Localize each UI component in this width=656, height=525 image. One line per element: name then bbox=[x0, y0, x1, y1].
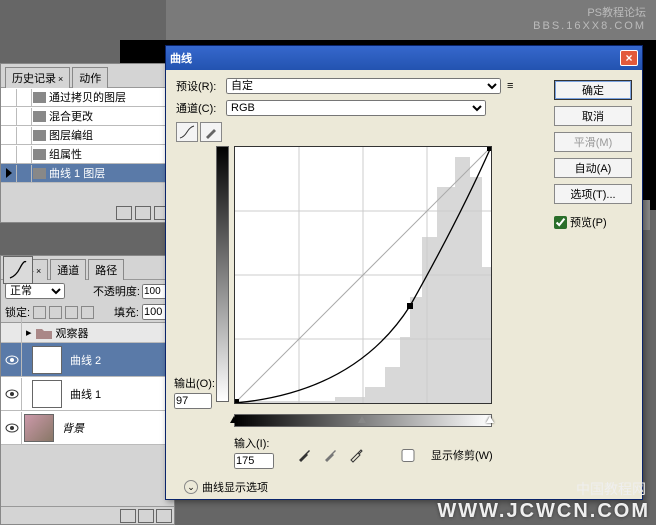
history-item-selected[interactable]: 曲线 1 图层 bbox=[1, 164, 174, 183]
lock-all-icon[interactable] bbox=[81, 306, 94, 319]
preset-select[interactable]: 自定 bbox=[226, 78, 501, 94]
output-label: 输出(O): bbox=[174, 375, 215, 391]
dialog-title: 曲线 bbox=[170, 50, 620, 66]
input-label: 输入(I): bbox=[234, 435, 274, 451]
folder-icon bbox=[36, 327, 52, 339]
watermark-line1: PS教程论坛 bbox=[176, 4, 646, 20]
close-button[interactable]: × bbox=[620, 50, 638, 66]
fx-icon[interactable] bbox=[138, 509, 154, 523]
channel-label: 通道(C): bbox=[176, 100, 226, 116]
show-clipping-checkbox[interactable]: 显示修剪(W) bbox=[388, 447, 493, 463]
layer-name: 曲线 1 bbox=[70, 386, 101, 402]
visibility-toggle[interactable] bbox=[2, 412, 22, 444]
history-tabs: 历史记录× 动作 bbox=[1, 64, 174, 88]
lock-position-icon[interactable] bbox=[65, 306, 78, 319]
white-eyedropper-icon[interactable] bbox=[346, 446, 366, 464]
new-doc-icon[interactable] bbox=[135, 206, 151, 220]
layer-group-row[interactable]: ▸ 观察器 bbox=[1, 323, 174, 343]
folder-icon bbox=[33, 130, 46, 141]
page-watermark-top: PS教程论坛 BBS.16XX8.COM bbox=[166, 0, 656, 45]
folder-icon bbox=[33, 149, 46, 160]
pencil-tool-icon[interactable] bbox=[200, 122, 222, 142]
expand-icon[interactable]: ⌄ bbox=[184, 480, 198, 494]
ok-button[interactable]: 确定 bbox=[554, 80, 632, 100]
layer-icon bbox=[33, 111, 46, 122]
eye-icon bbox=[5, 355, 19, 365]
layer-name: 曲线 2 bbox=[70, 352, 101, 368]
tab-actions[interactable]: 动作 bbox=[72, 67, 108, 88]
smooth-button: 平滑(M) bbox=[554, 132, 632, 152]
watermark-line2: BBS.16XX8.COM bbox=[176, 20, 646, 32]
visibility-toggle[interactable] bbox=[2, 344, 22, 376]
layer-lock-row: 锁定: 填充: bbox=[1, 302, 174, 323]
new-snapshot-icon[interactable] bbox=[116, 206, 132, 220]
mask-icon[interactable] bbox=[156, 509, 172, 523]
layer-icon bbox=[33, 92, 46, 103]
curve-tool-icon[interactable] bbox=[176, 122, 198, 142]
curve-line[interactable] bbox=[235, 147, 491, 403]
input-section: 输入(I): 显示修剪(W) bbox=[234, 441, 554, 469]
layer-row[interactable]: 曲线 1 bbox=[1, 377, 174, 411]
eye-icon bbox=[5, 389, 19, 399]
tab-paths[interactable]: 路径 bbox=[88, 259, 124, 280]
visibility-toggle[interactable] bbox=[2, 378, 22, 410]
layers-footer bbox=[1, 506, 174, 524]
lock-transparent-icon[interactable] bbox=[33, 306, 46, 319]
mask-thumb bbox=[32, 380, 62, 408]
history-item[interactable]: 混合更改 bbox=[1, 107, 174, 126]
opacity-label: 不透明度: bbox=[93, 283, 140, 299]
blend-mode-select[interactable]: 正常 bbox=[5, 283, 65, 299]
layer-name: 背景 bbox=[62, 420, 84, 436]
black-point-slider[interactable] bbox=[230, 416, 238, 423]
layer-row[interactable]: 背景 bbox=[1, 411, 174, 445]
preview-checkbox[interactable]: 预览(P) bbox=[554, 214, 632, 230]
gray-point-slider[interactable] bbox=[358, 416, 366, 423]
gray-eyedropper-icon[interactable] bbox=[320, 446, 340, 464]
layers-panel: 图层× 通道 路径 正常 不透明度: 锁定: 填充: ▸ 观察器 曲线 2 bbox=[0, 255, 175, 525]
preset-menu-icon[interactable]: ≡ bbox=[507, 80, 525, 92]
link-button-icon[interactable] bbox=[120, 509, 136, 523]
history-item[interactable]: 图层编组 bbox=[1, 126, 174, 145]
options-button[interactable]: 选项(T)... bbox=[554, 184, 632, 204]
lock-paint-icon[interactable] bbox=[49, 306, 62, 319]
dialog-titlebar[interactable]: 曲线 × bbox=[166, 46, 642, 70]
layer-row-selected[interactable]: 曲线 2 bbox=[1, 343, 174, 377]
eyedropper-tools bbox=[294, 446, 366, 464]
cancel-button[interactable]: 取消 bbox=[554, 106, 632, 126]
eye-icon bbox=[5, 423, 19, 433]
curve-editor: 输出(O): bbox=[234, 146, 554, 427]
curve-graph[interactable] bbox=[234, 146, 492, 404]
image-thumb bbox=[24, 414, 54, 442]
fill-label: 填充: bbox=[114, 304, 139, 320]
dialog-buttons: 确定 取消 平滑(M) 自动(A) 选项(T)... 预览(P) bbox=[554, 78, 632, 495]
layer-icon bbox=[33, 168, 46, 179]
close-icon[interactable]: × bbox=[58, 74, 63, 84]
output-input[interactable] bbox=[174, 393, 212, 409]
auto-button[interactable]: 自动(A) bbox=[554, 158, 632, 178]
display-options-toggle[interactable]: ⌄ 曲线显示选项 bbox=[184, 479, 554, 495]
watermark-bottom-cn: 中国教程网 bbox=[576, 479, 646, 499]
preset-label: 预设(R): bbox=[176, 78, 226, 94]
adjustment-thumb bbox=[3, 256, 33, 284]
black-eyedropper-icon[interactable] bbox=[294, 446, 314, 464]
input-value-input[interactable] bbox=[234, 453, 274, 469]
history-footer bbox=[1, 204, 174, 222]
history-item[interactable]: 通过拷贝的图层 bbox=[1, 88, 174, 107]
layer-list: ▸ 观察器 曲线 2 曲线 1 背景 bbox=[1, 323, 174, 445]
curves-dialog: 曲线 × 预设(R): 自定 ≡ 通道(C): RGB 输出(O): bbox=[165, 45, 643, 500]
history-panel: 历史记录× 动作 通过拷贝的图层 混合更改 图层编组 组属性 曲线 1 图层 bbox=[0, 63, 175, 223]
channel-select[interactable]: RGB bbox=[226, 100, 486, 116]
play-icon bbox=[6, 168, 12, 178]
tab-history[interactable]: 历史记录× bbox=[5, 67, 70, 88]
white-point-slider[interactable] bbox=[486, 416, 494, 423]
watermark-bottom: WWW.JCWCN.COM bbox=[437, 500, 650, 523]
tab-channels[interactable]: 通道 bbox=[50, 259, 86, 280]
close-icon[interactable]: × bbox=[36, 266, 41, 276]
curve-tool-icons bbox=[176, 122, 554, 142]
group-name: 观察器 bbox=[56, 325, 89, 341]
mask-thumb bbox=[32, 346, 62, 374]
vertical-gradient bbox=[216, 146, 229, 402]
history-item[interactable]: 组属性 bbox=[1, 145, 174, 164]
